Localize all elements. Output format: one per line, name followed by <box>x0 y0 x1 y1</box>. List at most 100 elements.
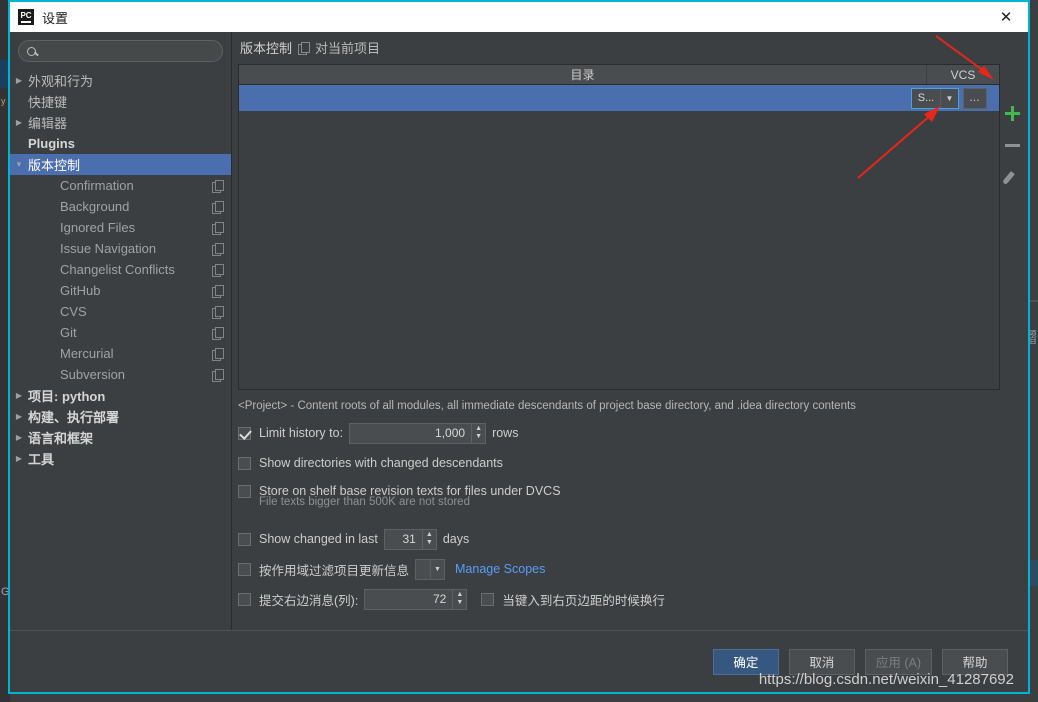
stepper-down-icon[interactable]: ▼ <box>426 539 433 547</box>
copy-icon[interactable] <box>212 264 224 277</box>
commit-margin-checkbox[interactable] <box>238 592 251 606</box>
sidebar-item-python[interactable]: ▶ 项目: python <box>10 385 231 406</box>
commit-margin-stepper[interactable]: 72 ▲ ▼ <box>364 588 468 610</box>
sidebar-item-label: Changelist Conflicts <box>60 262 175 277</box>
chevron-right-icon[interactable]: ▶ <box>10 433 28 442</box>
show-changed-checkbox[interactable] <box>238 532 251 546</box>
copy-icon[interactable] <box>212 348 224 361</box>
sidebar-item-label: 编辑器 <box>28 116 68 131</box>
stepper-up-icon[interactable]: ▲ <box>426 531 433 539</box>
sidebar-item-[interactable]: 快捷键 <box>10 91 231 112</box>
scope-select-value <box>416 559 432 579</box>
copy-icon <box>298 41 311 55</box>
sidebar-item-github[interactable]: GitHub <box>10 280 231 301</box>
add-mapping-button[interactable] <box>1003 104 1021 122</box>
show-changed-stepper[interactable]: 31 ▲ ▼ <box>383 528 437 550</box>
dialog-titlebar: PC 设置 ✕ <box>10 2 1028 32</box>
show-changed-label: Show changed in last <box>259 532 378 546</box>
scope-select[interactable]: ▼ <box>415 558 446 580</box>
chevron-right-icon[interactable]: ▶ <box>10 412 28 421</box>
show-changed-unit: days <box>442 532 470 546</box>
sidebar-item-label: 外观和行为 <box>28 74 94 89</box>
browse-button[interactable]: … <box>963 87 987 109</box>
show-directories-label: Show directories with changed descendant… <box>259 456 503 470</box>
wrap-on-margin-label: 当键入到右页边距的时候换行 <box>502 593 665 608</box>
chevron-down-icon[interactable]: ▼ <box>941 89 958 108</box>
settings-tree: ▶ 外观和行为 快捷键 ▶ 编辑器 Plugins ▼ 版本控制 Confirmation Bac… <box>10 68 231 630</box>
sidebar-item-[interactable]: ▶ 外观和行为 <box>10 70 231 91</box>
table-row[interactable]: S... ▼ … <box>239 85 999 111</box>
sidebar-search-wrapper <box>10 40 231 68</box>
chevron-right-icon[interactable]: ▶ <box>10 454 28 463</box>
commit-margin-stepper-buttons[interactable]: ▲ ▼ <box>452 588 468 610</box>
limit-history-stepper[interactable]: 1,000 ▲ ▼ <box>349 422 487 444</box>
sidebar-item-label: Mercurial <box>60 346 114 361</box>
cell-vcs: S... ▼ … <box>911 87 999 109</box>
sidebar-item-label: Ignored Files <box>60 220 136 235</box>
show-changed-stepper-buttons[interactable]: ▲ ▼ <box>421 528 437 550</box>
copy-icon[interactable] <box>212 369 224 382</box>
sidebar-item-cvs[interactable]: CVS <box>10 301 231 322</box>
sidebar-item-[interactable]: ▼ 版本控制 <box>10 154 231 175</box>
search-input[interactable] <box>42 43 214 59</box>
sidebar-item-changelist-conflicts[interactable]: Changelist Conflicts <box>10 259 231 280</box>
manage-scopes-link[interactable]: Manage Scopes <box>455 562 545 576</box>
chevron-down-icon[interactable]: ▼ <box>10 160 28 169</box>
sidebar-item-subversion[interactable]: Subversion <box>10 364 231 385</box>
sidebar-item-[interactable]: ▶ 编辑器 <box>10 112 231 133</box>
filter-scope-checkbox[interactable] <box>238 562 251 576</box>
sidebar-item-issue-navigation[interactable]: Issue Navigation <box>10 238 231 259</box>
sidebar-item-[interactable]: ▶ 构建、执行部署 <box>10 406 231 427</box>
copy-icon[interactable] <box>212 201 224 214</box>
copy-icon[interactable] <box>212 306 224 319</box>
sidebar-item-confirmation[interactable]: Confirmation <box>10 175 231 196</box>
vcs-select-value: S... <box>912 88 941 108</box>
sidebar-item-mercurial[interactable]: Mercurial <box>10 343 231 364</box>
limit-history-input[interactable]: 1,000 <box>349 422 472 444</box>
close-icon[interactable]: ✕ <box>984 2 1028 32</box>
column-header-vcs[interactable]: VCS <box>927 65 999 84</box>
column-header-directory[interactable]: 目录 <box>239 65 927 84</box>
version-control-panel: 版本控制 对当前项目 目录 VCS S... ▼ … <Project> - C… <box>232 32 1028 630</box>
sidebar-item-ignored-files[interactable]: Ignored Files <box>10 217 231 238</box>
stepper-up-icon[interactable]: ▲ <box>456 591 463 599</box>
sidebar-item-label: Issue Navigation <box>60 241 157 256</box>
commit-margin-input[interactable]: 72 <box>364 588 453 610</box>
limit-history-stepper-buttons[interactable]: ▲ ▼ <box>471 422 487 444</box>
remove-mapping-button[interactable] <box>1003 136 1021 154</box>
dialog-body: ▶ 外观和行为 快捷键 ▶ 编辑器 Plugins ▼ 版本控制 Confirmation Bac… <box>10 32 1028 630</box>
sidebar-item-background[interactable]: Background <box>10 196 231 217</box>
sidebar-item-[interactable]: ▶ 语言和框架 <box>10 427 231 448</box>
stepper-up-icon[interactable]: ▲ <box>475 425 482 433</box>
show-changed-input[interactable]: 31 <box>383 528 422 550</box>
sidebar-item-label: 语言和框架 <box>28 431 94 446</box>
chevron-right-icon[interactable]: ▶ <box>10 391 28 400</box>
copy-icon[interactable] <box>212 285 224 298</box>
copy-icon[interactable] <box>212 222 224 235</box>
project-scope-hint: <Project> - Content roots of all modules… <box>238 400 856 412</box>
chevron-down-icon[interactable]: ▼ <box>431 560 444 579</box>
chevron-right-icon[interactable]: ▶ <box>10 118 28 127</box>
sidebar-item-plugins[interactable]: Plugins <box>10 133 231 154</box>
pycharm-icon: PC <box>18 9 34 25</box>
sidebar-item-git[interactable]: Git <box>10 322 231 343</box>
store-shelf-checkbox[interactable] <box>238 484 251 498</box>
chevron-right-icon[interactable]: ▶ <box>10 76 28 85</box>
breadcrumb: 版本控制 对当前项目 <box>232 32 1028 58</box>
copy-icon[interactable] <box>212 327 224 340</box>
stepper-down-icon[interactable]: ▼ <box>475 433 482 441</box>
limit-history-checkbox[interactable] <box>238 426 251 440</box>
stepper-down-icon[interactable]: ▼ <box>456 599 463 607</box>
store-shelf-sublabel: File texts bigger than 500K are not stor… <box>259 496 470 508</box>
breadcrumb-scope: 对当前项目 <box>315 40 381 56</box>
copy-icon[interactable] <box>212 243 224 256</box>
copy-icon[interactable] <box>212 180 224 193</box>
sidebar-item-label: CVS <box>60 304 87 319</box>
filter-scope-label: 按作用域过滤项目更新信息 <box>259 563 410 578</box>
vcs-select[interactable]: S... ▼ <box>911 87 959 109</box>
show-directories-checkbox[interactable] <box>238 456 251 470</box>
edit-mapping-button[interactable] <box>1003 168 1021 186</box>
sidebar-item-[interactable]: ▶ 工具 <box>10 448 231 469</box>
search-box[interactable] <box>18 40 223 62</box>
wrap-on-margin-checkbox[interactable] <box>481 592 495 606</box>
